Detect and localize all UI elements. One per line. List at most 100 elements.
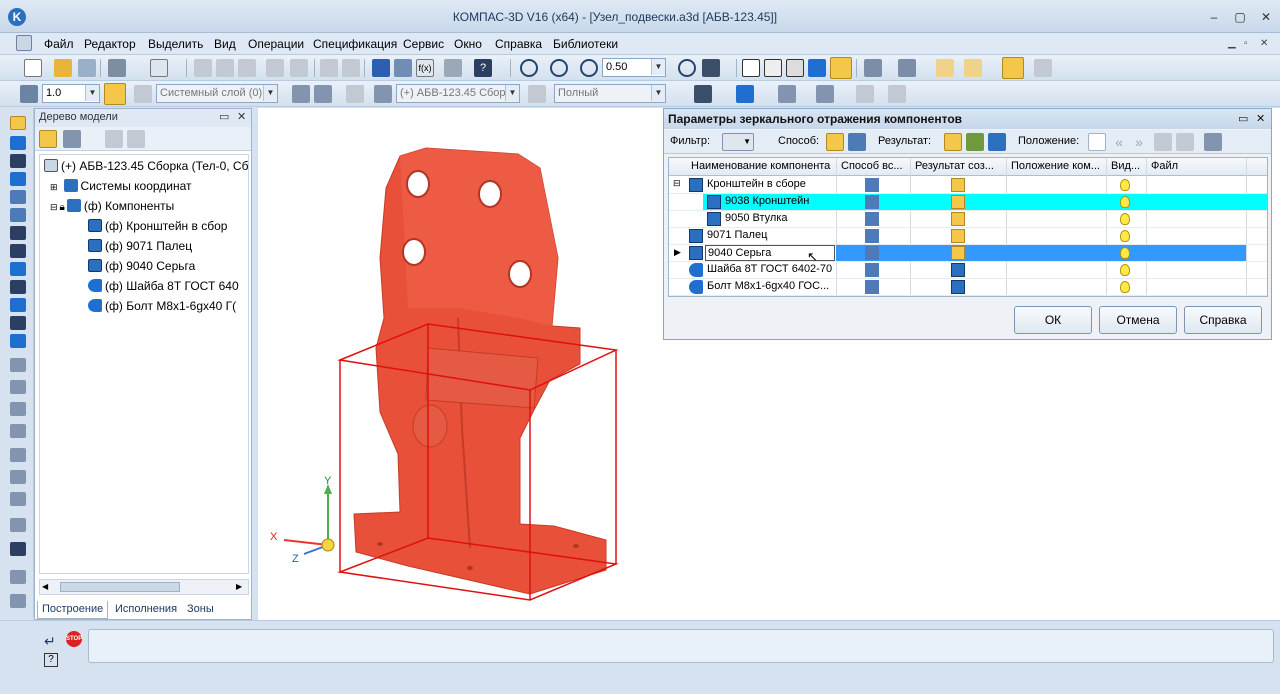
mdi-restore-icon[interactable]: ▫ [1244, 38, 1248, 49]
maximize-button[interactable]: ▢ [1230, 9, 1250, 25]
zoom-window-icon[interactable] [520, 59, 538, 77]
elements-icon[interactable] [10, 316, 26, 330]
strip-tool-2-icon[interactable] [10, 380, 26, 394]
tab-zones[interactable]: Зоны [183, 601, 218, 619]
bracket-model[interactable] [353, 147, 607, 595]
preview-dialog-icon[interactable] [1204, 133, 1222, 151]
scroll-thumb[interactable] [60, 582, 180, 592]
tree-view-icon[interactable] [63, 130, 81, 148]
result-new-icon[interactable] [944, 133, 962, 151]
col-name[interactable]: Наименование компонента [691, 160, 833, 172]
tree-node-bolt[interactable]: (ф) Болт М8х1-6gх40 Г( [88, 299, 236, 313]
strip-tool-1-icon[interactable] [10, 358, 26, 372]
shaded-edges-icon[interactable] [830, 57, 852, 79]
sheet-metal-icon[interactable] [10, 334, 26, 348]
layer-select[interactable]: Системный слой (0) ▼ [156, 84, 278, 103]
visible-bulb-icon[interactable] [1120, 213, 1130, 225]
cancel-button[interactable]: Отмена [1099, 306, 1177, 334]
orient-icon[interactable] [702, 59, 720, 77]
tree-order-icon[interactable] [39, 130, 57, 148]
strip-tool-5-icon[interactable] [10, 448, 26, 462]
strip-tool-8-icon[interactable] [10, 518, 26, 532]
display-mode-icon[interactable] [528, 85, 546, 103]
dialog-pin-icon[interactable]: ▭ [1238, 112, 1248, 125]
layer-dropdown-icon[interactable]: ▼ [263, 85, 277, 101]
strip-tool-3-icon[interactable] [10, 402, 26, 416]
visible-bulb-icon[interactable] [1120, 281, 1130, 293]
tree-hscrollbar[interactable]: ◀ ▶ [39, 579, 249, 595]
hidden-lines-icon[interactable] [764, 59, 782, 77]
cut-icon[interactable] [194, 59, 212, 77]
section-icon[interactable] [964, 59, 982, 77]
menu-edit[interactable]: Редактор [84, 37, 136, 51]
redo-icon[interactable] [342, 59, 360, 77]
calc-icon[interactable] [444, 59, 462, 77]
measure-icon[interactable] [778, 85, 796, 103]
menu-select[interactable]: Выделить [148, 37, 203, 51]
filter-dropdown[interactable]: ▼ [722, 133, 754, 151]
menu-libraries[interactable]: Библиотеки [553, 37, 618, 51]
scroll-right-icon[interactable]: ▶ [236, 582, 242, 591]
strip-tool-10-icon[interactable] [10, 594, 26, 608]
edit-assembly-icon[interactable] [10, 116, 26, 130]
tree-toggle-icon[interactable] [1002, 57, 1024, 79]
expand-icon[interactable]: ⊞ [50, 182, 58, 192]
lock-icon[interactable] [10, 542, 26, 556]
tree-tool-1-icon[interactable] [105, 130, 123, 148]
panel-close-icon[interactable]: ✕ [237, 110, 246, 123]
visible-bulb-icon[interactable] [1120, 264, 1130, 276]
filter-icon[interactable] [864, 59, 882, 77]
mirror-method-icon[interactable] [865, 195, 879, 209]
report-icon[interactable] [856, 85, 874, 103]
help-icon[interactable]: ? [44, 653, 58, 667]
method-mirror-icon[interactable] [826, 133, 844, 151]
open-folder-icon[interactable] [54, 59, 72, 77]
nav-first-icon[interactable]: « [1110, 133, 1128, 151]
grid-row[interactable]: Шайба 8Т ГОСТ 6402-70 [669, 262, 1267, 279]
aux-geom-icon[interactable] [10, 208, 26, 222]
col-file[interactable]: Файл [1151, 160, 1191, 172]
tree-node-pin[interactable]: (ф) 9071 Палец [88, 239, 192, 253]
source-component-icon[interactable] [951, 263, 965, 277]
scroll-left-icon[interactable]: ◀ [42, 582, 48, 591]
mirror-method-icon[interactable] [865, 280, 879, 294]
edit-place-icon[interactable] [346, 85, 364, 103]
preview-icon[interactable] [150, 59, 168, 77]
position-field[interactable] [1088, 133, 1106, 151]
new-component-icon[interactable] [951, 246, 965, 260]
visible-bulb-icon[interactable] [1120, 230, 1130, 242]
result-source-icon[interactable] [988, 133, 1006, 151]
tree-node-bracket[interactable]: (ф) Кронштейн в сбор [88, 219, 227, 233]
grid-icon[interactable] [20, 85, 38, 103]
command-input-area[interactable] [88, 629, 1274, 663]
display-dropdown-icon[interactable]: ▼ [651, 85, 665, 101]
curve-icon[interactable] [10, 154, 26, 168]
strip-tool-7-icon[interactable] [10, 492, 26, 506]
collapse-icon[interactable]: ⊟ [50, 202, 58, 212]
properties-icon[interactable] [290, 59, 308, 77]
menu-service[interactable]: Сервис [403, 37, 444, 51]
grid-row-selected[interactable]: ▶ 9040 Серьга ↖ [669, 245, 1267, 264]
result-add-icon[interactable] [966, 133, 984, 151]
mirror-method-icon[interactable] [865, 212, 879, 226]
minimize-button[interactable]: – [1204, 9, 1224, 25]
assembly-ops-icon[interactable] [694, 85, 712, 103]
new-file-icon[interactable] [24, 59, 42, 77]
shaded-icon[interactable] [808, 59, 826, 77]
tree-tool-2-icon[interactable] [127, 130, 145, 148]
enter-icon[interactable]: ↵ [44, 633, 56, 650]
filter-strip-icon[interactable] [10, 262, 26, 276]
step-dropdown-icon[interactable]: ▼ [85, 85, 99, 101]
help-cursor-icon[interactable]: ? [474, 59, 492, 77]
new-component-icon[interactable] [951, 195, 965, 209]
dialog-close-icon[interactable]: ✕ [1256, 112, 1265, 125]
variables-icon[interactable] [394, 59, 412, 77]
visible-bulb-icon[interactable] [1120, 247, 1130, 259]
cs-list-icon[interactable] [314, 85, 332, 103]
new-component-icon[interactable] [951, 229, 965, 243]
new-component-icon[interactable] [951, 178, 965, 192]
tree-node-earring[interactable]: (ф) 9040 Серьга [88, 259, 195, 273]
mirror-method-icon[interactable] [865, 178, 879, 192]
component-dropdown-icon[interactable]: ▼ [505, 85, 519, 101]
tree-node-washer[interactable]: (ф) Шайба 8Т ГОСТ 640 [88, 279, 239, 293]
